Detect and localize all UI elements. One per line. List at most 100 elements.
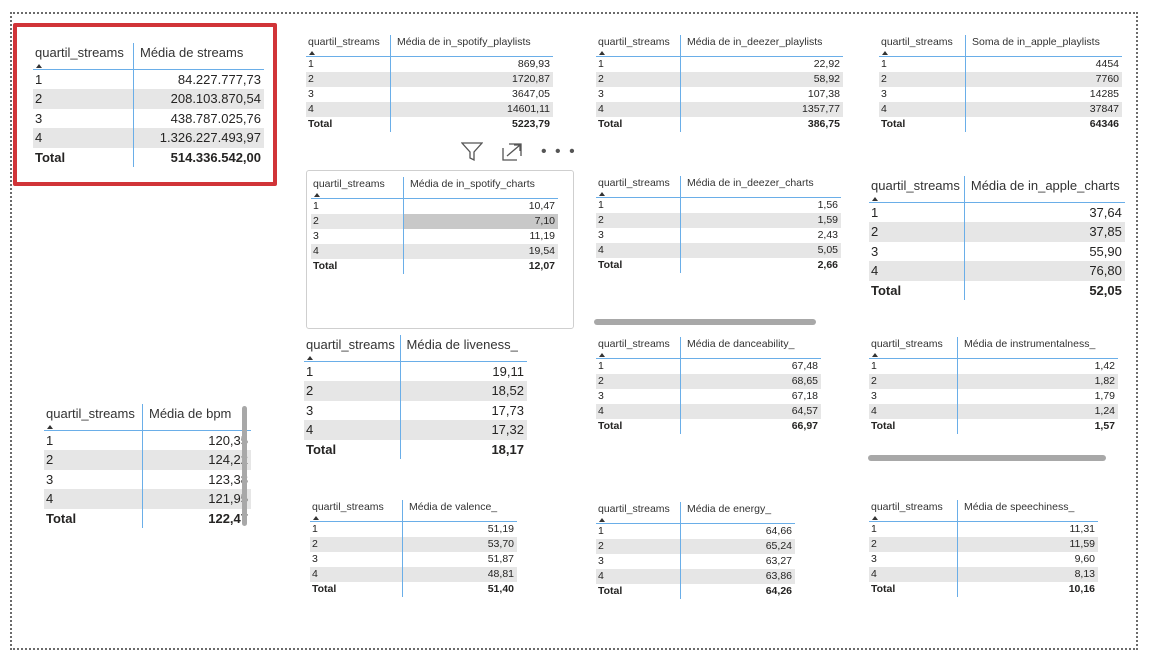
table-row[interactable]: 4 14601,11 xyxy=(306,102,553,117)
table-row[interactable]: 4 5,05 xyxy=(596,243,841,258)
cell-value[interactable]: 14285 xyxy=(965,87,1122,102)
column-header-measure[interactable]: Média de valence_ xyxy=(402,500,517,522)
column-header-measure[interactable]: Soma de in_apple_playlists xyxy=(965,35,1122,57)
cell-value[interactable]: 17,73 xyxy=(399,400,527,420)
table-visual-speechiness[interactable]: quartil_streams Média de speechiness_ 1 11,… xyxy=(865,495,1105,610)
cell-value[interactable]: 1,59 xyxy=(680,213,841,228)
sort-ascending-icon[interactable] xyxy=(314,193,320,197)
cell-value[interactable]: 18,52 xyxy=(399,381,527,401)
column-header-measure[interactable]: Média de in_deezer_charts xyxy=(680,176,841,198)
table-row[interactable]: 2 68,65 xyxy=(596,374,821,389)
cell-value[interactable]: 2,43 xyxy=(680,228,841,243)
column-header-dimension[interactable]: quartil_streams xyxy=(311,177,404,199)
cell-value[interactable]: 19,11 xyxy=(399,361,527,381)
cell-value[interactable]: 68,65 xyxy=(680,374,821,389)
column-header-dimension[interactable]: quartil_streams xyxy=(596,176,681,198)
cell-value[interactable]: 1,79 xyxy=(957,389,1118,404)
table-row[interactable]: 2 7,10 xyxy=(311,214,558,229)
more-options-icon[interactable]: • • • xyxy=(541,144,577,160)
column-header-measure[interactable]: Média de speechiness_ xyxy=(957,500,1098,522)
cell-value[interactable]: 64,66 xyxy=(680,523,795,539)
table-row[interactable]: 3 55,90 xyxy=(869,241,1125,261)
table-visual-liveness[interactable]: quartil_streams Média de liveness_ 1 19,11 2… xyxy=(302,333,527,463)
filter-icon[interactable] xyxy=(461,142,483,162)
cell-value[interactable]: 7760 xyxy=(965,72,1122,87)
cell-value[interactable]: 1.326.227.493,97 xyxy=(133,128,264,148)
table-visual-bpm[interactable]: quartil_streams Média de bpm 1 120,35 2 124,2… xyxy=(40,400,255,535)
cell-value[interactable]: 121,95 xyxy=(142,489,251,509)
table-row[interactable]: 1 4454 xyxy=(879,56,1122,72)
sort-ascending-icon[interactable] xyxy=(599,353,605,357)
table-row[interactable]: 2 11,59 xyxy=(869,537,1098,552)
cell-value[interactable]: 14601,11 xyxy=(390,102,553,117)
table-row[interactable]: 2 1720,87 xyxy=(306,72,553,87)
column-header-measure[interactable]: Média de energy_ xyxy=(680,502,795,524)
cell-value[interactable]: 51,87 xyxy=(402,552,517,567)
table-row[interactable]: 2 65,24 xyxy=(596,539,795,554)
table-row[interactable]: 2 124,22 xyxy=(44,450,251,470)
table-row[interactable]: 4 1,24 xyxy=(869,404,1118,419)
column-header-dimension[interactable]: quartil_streams xyxy=(596,337,681,359)
table-row[interactable]: 2 37,85 xyxy=(869,222,1125,242)
cell-value[interactable]: 67,48 xyxy=(680,358,821,374)
column-header-dimension[interactable]: quartil_streams xyxy=(869,500,958,522)
table-row[interactable]: 3 63,27 xyxy=(596,554,795,569)
cell-value[interactable]: 17,32 xyxy=(399,420,527,440)
cell-value[interactable]: 11,59 xyxy=(957,537,1098,552)
column-header-measure[interactable]: Média de danceability_ xyxy=(680,337,821,359)
column-header-dimension[interactable]: quartil_streams xyxy=(310,500,403,522)
table-row[interactable]: 3 51,87 xyxy=(310,552,517,567)
table-row[interactable]: 2 18,52 xyxy=(304,381,527,401)
column-header-measure[interactable]: Média de streams xyxy=(133,43,264,70)
sort-ascending-icon[interactable] xyxy=(882,51,888,55)
sort-ascending-icon[interactable] xyxy=(872,516,878,520)
table-row[interactable]: 2 1,59 xyxy=(596,213,841,228)
cell-value[interactable]: 7,10 xyxy=(403,214,558,229)
cell-value[interactable]: 11,19 xyxy=(403,229,558,244)
table-row[interactable]: 3 1,79 xyxy=(869,389,1118,404)
table-row[interactable]: 1 1,56 xyxy=(596,197,841,213)
table-row[interactable]: 1 11,31 xyxy=(869,521,1098,537)
table-visual-deezer-playlists[interactable]: quartil_streams Média de in_deezer_playli… xyxy=(590,30,845,145)
column-header-dimension[interactable]: quartil_streams xyxy=(596,35,681,57)
cell-value[interactable]: 869,93 xyxy=(390,56,553,72)
sort-ascending-icon[interactable] xyxy=(309,51,315,55)
horizontal-scrollbar[interactable] xyxy=(868,455,1106,461)
column-header-dimension[interactable]: quartil_streams xyxy=(44,404,143,431)
focus-mode-icon[interactable] xyxy=(501,142,523,162)
column-header-measure[interactable]: Média de liveness_ xyxy=(399,335,527,362)
column-header-dimension[interactable]: quartil_streams xyxy=(306,35,391,57)
table-visual-energy[interactable]: quartil_streams Média de energy_ 1 64,66 2 65… xyxy=(590,495,820,610)
cell-value[interactable]: 11,31 xyxy=(957,521,1098,537)
table-row[interactable]: 3 17,73 xyxy=(304,400,527,420)
sort-ascending-icon[interactable] xyxy=(872,353,878,357)
cell-value[interactable]: 22,92 xyxy=(680,56,843,72)
table-row[interactable]: 4 63,86 xyxy=(596,569,795,584)
cell-value[interactable]: 51,19 xyxy=(402,521,517,537)
sort-ascending-icon[interactable] xyxy=(313,516,319,520)
table-row[interactable]: 4 121,95 xyxy=(44,489,251,509)
cell-value[interactable]: 65,24 xyxy=(680,539,795,554)
table-row[interactable]: 4 64,57 xyxy=(596,404,821,419)
table-row[interactable]: 3 67,18 xyxy=(596,389,821,404)
cell-value[interactable]: 48,81 xyxy=(402,567,517,582)
table-row[interactable]: 4 19,54 xyxy=(311,244,558,259)
cell-value[interactable]: 3647,05 xyxy=(390,87,553,102)
table-row[interactable]: 4 8,13 xyxy=(869,567,1098,582)
table-visual-apple-charts[interactable]: quartil_streams Média de in_apple_charts 1… xyxy=(865,170,1125,305)
table-row[interactable]: 1 51,19 xyxy=(310,521,517,537)
cell-value[interactable]: 76,80 xyxy=(963,261,1125,281)
table-row[interactable]: 2 58,92 xyxy=(596,72,843,87)
table-row[interactable]: 4 1357,77 xyxy=(596,102,843,117)
table-row[interactable]: 1 120,35 xyxy=(44,430,251,450)
cell-value[interactable]: 1,24 xyxy=(957,404,1118,419)
table-row[interactable]: 4 48,81 xyxy=(310,567,517,582)
table-row[interactable]: 4 17,32 xyxy=(304,420,527,440)
table-row[interactable]: 3 3647,05 xyxy=(306,87,553,102)
cell-value[interactable]: 19,54 xyxy=(403,244,558,259)
sort-ascending-icon[interactable] xyxy=(47,424,53,429)
cell-value[interactable]: 438.787.025,76 xyxy=(133,108,264,128)
sort-ascending-icon[interactable] xyxy=(307,355,313,360)
table-visual-streams[interactable]: quartil_streams Média de streams 1 84.227.7… xyxy=(13,23,277,186)
column-header-dimension[interactable]: quartil_streams xyxy=(869,337,958,359)
